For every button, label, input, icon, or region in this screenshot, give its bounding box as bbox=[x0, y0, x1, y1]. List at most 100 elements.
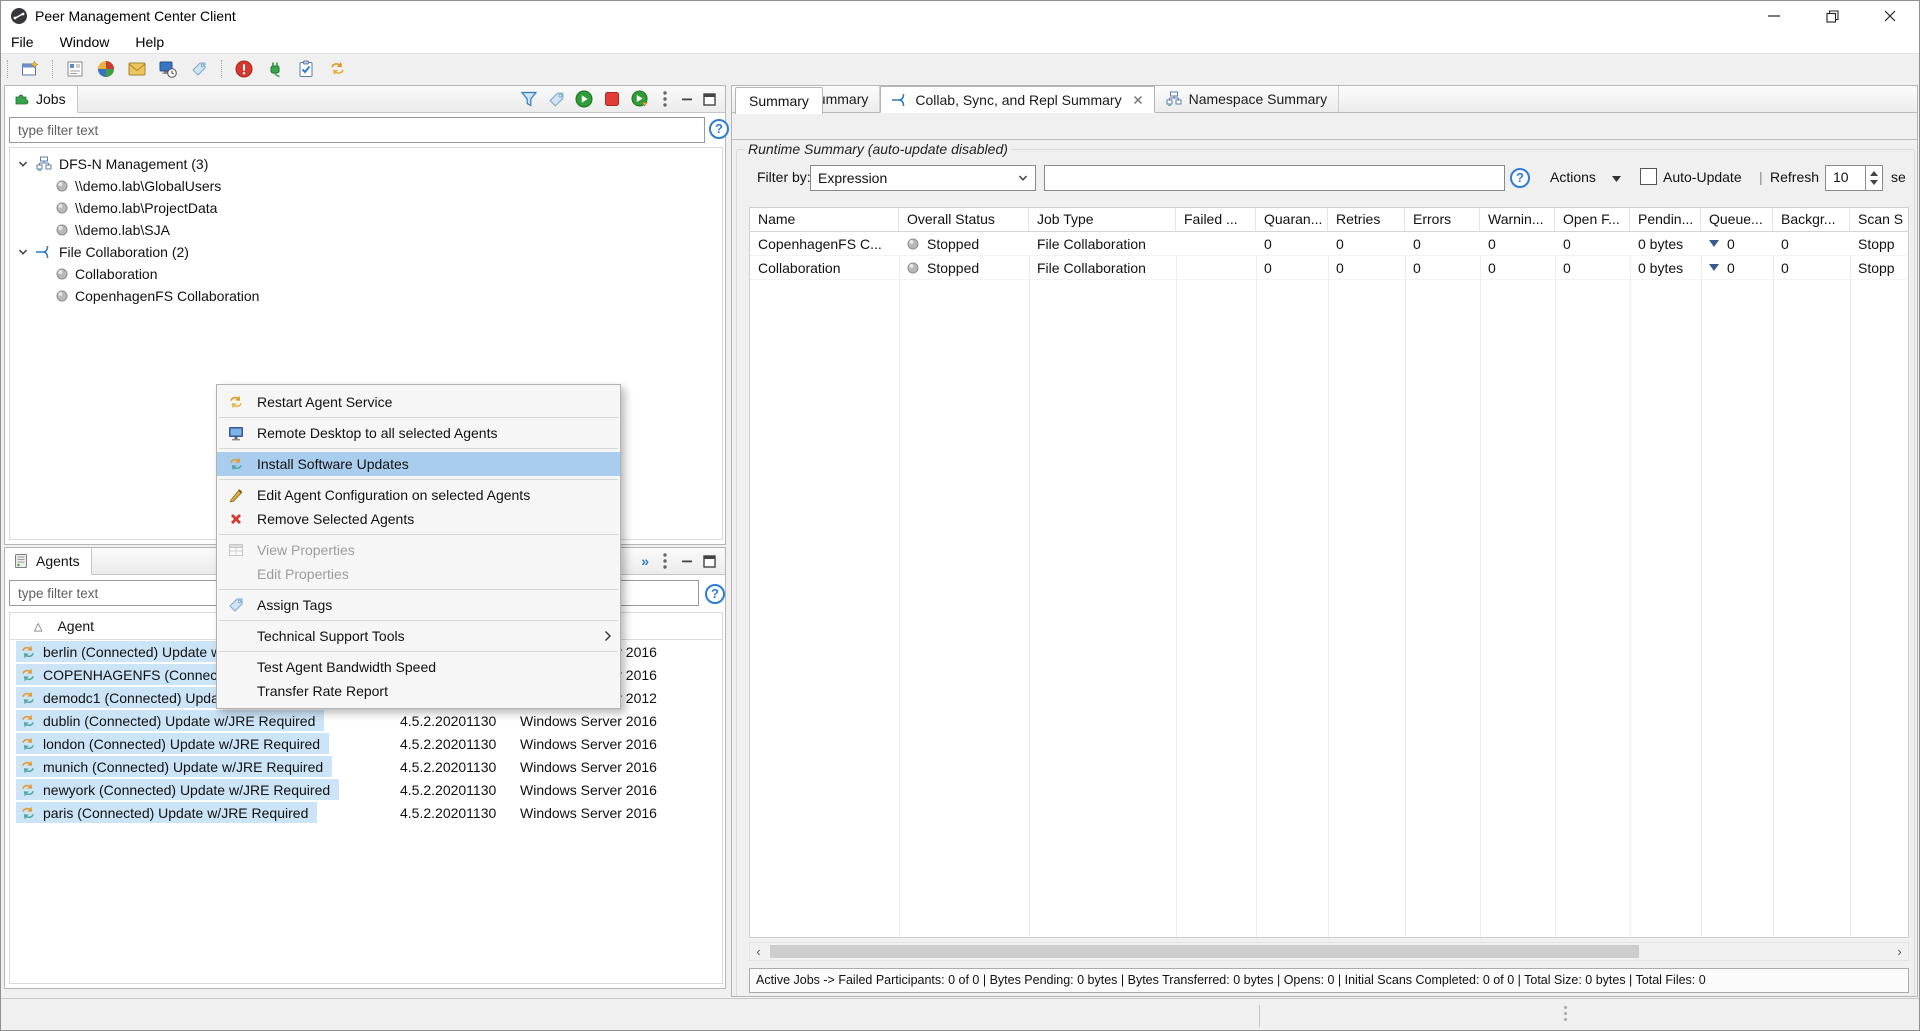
agent-row-london[interactable]: london (Connected) Update w/JRE Required… bbox=[10, 732, 722, 755]
tab-agents[interactable]: Agents bbox=[5, 548, 92, 575]
tree-item-file-collaboration[interactable]: File Collaboration (2) bbox=[10, 241, 722, 263]
tree-item-sja[interactable]: \\demo.lab\SJA bbox=[10, 219, 722, 241]
table-row[interactable]: Collaboration Stopped File Collaboration… bbox=[750, 256, 1908, 280]
menu-item-assign-tags[interactable]: Assign Tags bbox=[217, 593, 620, 617]
agent-selection: dublin (Connected) Update w/JRE Required bbox=[16, 710, 324, 731]
cell-warnings: 0 bbox=[1480, 256, 1555, 279]
menu-item-transfer-rate-report[interactable]: Transfer Rate Report bbox=[217, 679, 620, 703]
menu-item-test-agent-bandwidth-speed[interactable]: Test Agent Bandwidth Speed bbox=[217, 655, 620, 679]
menu-item-edit-agent-configuration[interactable]: Edit Agent Configuration on selected Age… bbox=[217, 483, 620, 507]
scroll-right-icon[interactable]: › bbox=[1891, 943, 1908, 960]
menu-item-install-software-updates[interactable]: Install Software Updates bbox=[217, 452, 620, 476]
filter-help-icon[interactable]: ? bbox=[1510, 168, 1530, 188]
spinner-up-icon[interactable] bbox=[1870, 171, 1878, 176]
agent-row-paris[interactable]: paris (Connected) Update w/JRE Required … bbox=[10, 801, 722, 824]
column-header[interactable]: Pendin... bbox=[1630, 208, 1701, 231]
alerts-icon[interactable] bbox=[233, 58, 255, 80]
menu-item-view-properties: View Properties bbox=[217, 538, 620, 562]
menu-item-technical-support-tools[interactable]: Technical Support Tools bbox=[217, 624, 620, 648]
menu-file[interactable]: File bbox=[11, 34, 34, 50]
status-ball-icon bbox=[907, 238, 919, 250]
column-header[interactable]: Warnin... bbox=[1480, 208, 1555, 231]
minimize-window-button[interactable] bbox=[1745, 1, 1803, 31]
jobs-filter-input[interactable] bbox=[9, 117, 705, 143]
tree-item-copenhagenfs-collaboration[interactable]: CopenhagenFS Collaboration bbox=[10, 285, 722, 307]
spinner-buttons[interactable] bbox=[1865, 166, 1882, 190]
power-connections-icon[interactable] bbox=[264, 58, 286, 80]
agents-filter-help-icon[interactable]: ? bbox=[705, 584, 725, 604]
tree-item-globalusers[interactable]: \\demo.lab\GlobalUsers bbox=[10, 175, 722, 197]
tree-item-collaboration[interactable]: Collaboration bbox=[10, 263, 722, 285]
maximize-view-icon[interactable] bbox=[703, 555, 716, 568]
tab-jobs[interactable]: Jobs bbox=[5, 86, 78, 113]
stop-job-icon[interactable] bbox=[603, 90, 621, 108]
restart-agents-icon[interactable] bbox=[326, 58, 348, 80]
restore-window-button[interactable] bbox=[1803, 1, 1861, 31]
email-alerts-icon[interactable] bbox=[126, 58, 148, 80]
menu-item-remove-selected-agents[interactable]: Remove Selected Agents bbox=[217, 507, 620, 531]
maximize-view-icon[interactable] bbox=[703, 93, 716, 106]
close-tab-icon[interactable] bbox=[1133, 95, 1143, 105]
actions-button[interactable]: Actions bbox=[1550, 169, 1621, 185]
filter-jobs-icon[interactable] bbox=[520, 90, 538, 108]
minimize-view-icon[interactable] bbox=[681, 93, 693, 105]
tab-summary[interactable]: Summary bbox=[735, 87, 823, 114]
tree-item-projectdata[interactable]: \\demo.lab\ProjectData bbox=[10, 197, 722, 219]
auto-update-label: Auto-Update bbox=[1663, 169, 1742, 185]
close-window-button[interactable] bbox=[1861, 1, 1919, 31]
scrollbar-thumb[interactable] bbox=[770, 945, 1639, 958]
minimize-view-icon[interactable] bbox=[681, 555, 693, 567]
column-header[interactable]: Backgr... bbox=[1773, 208, 1850, 231]
horizontal-scrollbar[interactable]: ‹ › bbox=[749, 942, 1909, 961]
column-header[interactable]: Failed ... bbox=[1176, 208, 1256, 231]
column-header[interactable]: Errors bbox=[1405, 208, 1480, 231]
menu-help[interactable]: Help bbox=[135, 34, 164, 50]
start-all-jobs-icon[interactable] bbox=[631, 90, 649, 108]
filter-expression-input[interactable] bbox=[1044, 165, 1505, 191]
open-perspective-icon[interactable] bbox=[19, 58, 41, 80]
column-header[interactable]: Open F... bbox=[1555, 208, 1630, 231]
queue-indicator-icon[interactable] bbox=[1709, 264, 1719, 271]
column-header[interactable]: Quaran... bbox=[1256, 208, 1328, 231]
filter-mode-select[interactable]: Expression bbox=[810, 165, 1036, 191]
view-menu-icon[interactable] bbox=[662, 552, 668, 570]
dashboard-icon[interactable] bbox=[95, 58, 117, 80]
column-header[interactable]: Retries bbox=[1328, 208, 1405, 231]
tree-item-dfsn-management[interactable]: DFS-N Management (3) bbox=[10, 153, 722, 175]
scheduled-scan-icon[interactable] bbox=[157, 58, 179, 80]
agent-row-dublin[interactable]: dublin (Connected) Update w/JRE Required… bbox=[10, 709, 722, 732]
menu-item-remote-desktop[interactable]: Remote Desktop to all selected Agents bbox=[217, 421, 620, 445]
menu-window[interactable]: Window bbox=[60, 34, 110, 50]
assign-tags-icon[interactable] bbox=[548, 91, 565, 108]
properties-table-icon bbox=[222, 542, 250, 558]
tab-namespace-summary[interactable]: Namespace Summary bbox=[1155, 86, 1340, 112]
gridline bbox=[1480, 256, 1481, 937]
menu-item-restart-agent-service[interactable]: Restart Agent Service bbox=[217, 390, 620, 414]
status-bar-drag-handle[interactable] bbox=[1564, 1006, 1567, 1021]
task-checklist-icon[interactable] bbox=[295, 58, 317, 80]
chevron-down-icon[interactable] bbox=[18, 159, 28, 169]
tags-icon[interactable] bbox=[188, 58, 210, 80]
tab-collab-sync-repl-summary[interactable]: Collab, Sync, and Repl Summary bbox=[880, 86, 1154, 113]
column-header[interactable]: Scan S bbox=[1850, 208, 1908, 231]
gridline bbox=[899, 256, 900, 937]
column-header[interactable]: Overall Status bbox=[899, 208, 1029, 231]
refresh-interval-spinner[interactable]: 10 bbox=[1825, 165, 1883, 191]
scroll-left-icon[interactable]: ‹ bbox=[750, 943, 767, 960]
table-row[interactable]: CopenhagenFS C... Stopped File Collabora… bbox=[750, 232, 1908, 256]
menu-bar: File Window Help bbox=[1, 31, 1919, 53]
queue-indicator-icon[interactable] bbox=[1709, 240, 1719, 247]
view-menu-icon[interactable] bbox=[662, 90, 668, 108]
agent-row-munich[interactable]: munich (Connected) Update w/JRE Required… bbox=[10, 755, 722, 778]
column-header[interactable]: Name bbox=[750, 208, 899, 231]
start-job-icon[interactable] bbox=[575, 90, 593, 108]
chevron-down-icon[interactable] bbox=[18, 247, 28, 257]
agent-properties-icon[interactable] bbox=[64, 58, 86, 80]
column-header[interactable]: Queue... bbox=[1701, 208, 1773, 231]
agent-row-newyork[interactable]: newyork (Connected) Update w/JRE Require… bbox=[10, 778, 722, 801]
auto-update-checkbox[interactable] bbox=[1640, 168, 1657, 185]
spinner-down-icon[interactable] bbox=[1870, 180, 1878, 185]
jobs-filter-help-icon[interactable]: ? bbox=[709, 119, 729, 139]
column-header[interactable]: Job Type bbox=[1029, 208, 1176, 231]
toolbar-overflow-chevron-icon[interactable]: » bbox=[641, 553, 649, 569]
